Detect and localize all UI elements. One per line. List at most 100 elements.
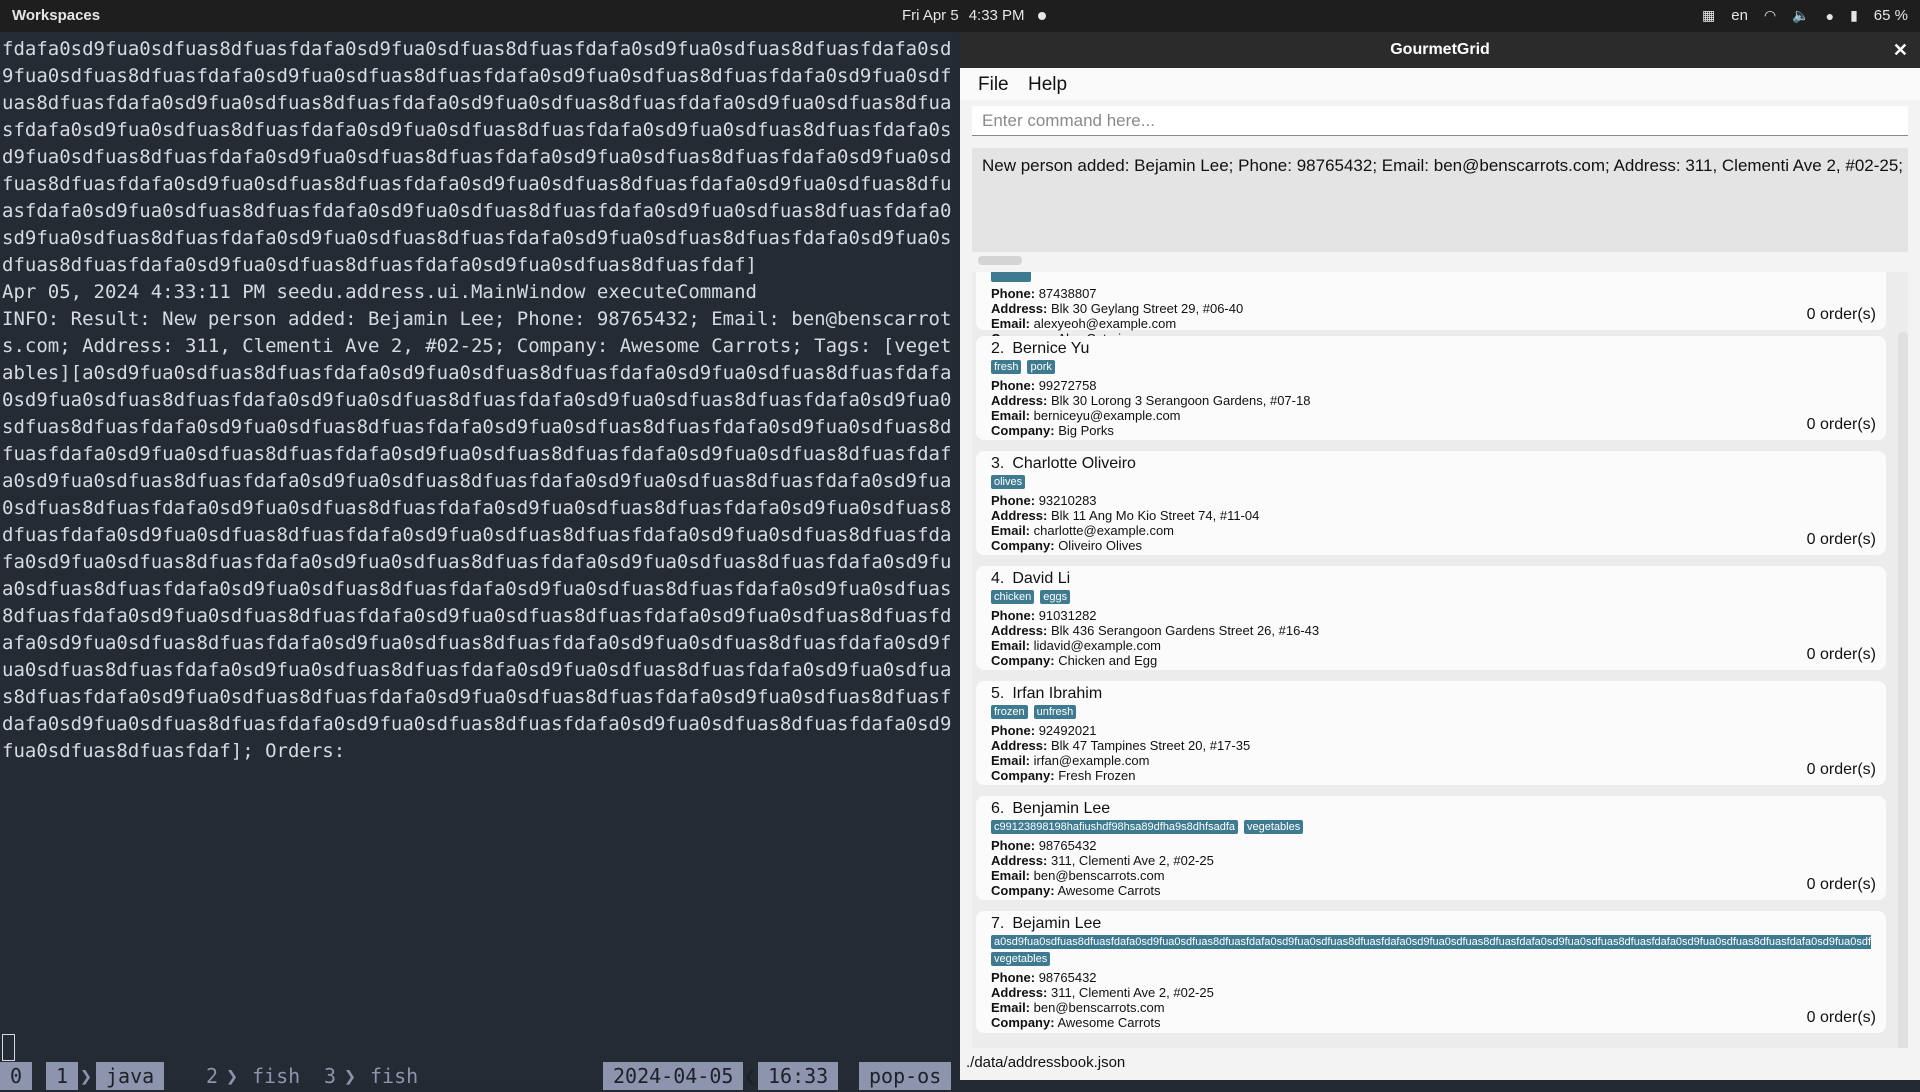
person-card[interactable]: 6. Benjamin Lee c99123898198hafiushdf98hs… [976,796,1886,900]
workspaces-button[interactable]: Workspaces [12,7,100,24]
tmux-session-index: 0 [0,1062,33,1090]
time-label: 4:33 PM [968,7,1025,24]
email-field: Email: alexyeoh@example.com [991,316,1177,331]
phone-field: Phone: 93210283 [991,493,1097,508]
tag: eggs [1040,590,1071,604]
phone-field: Phone: 98765432 [991,970,1097,985]
separator-chevron-icon: ❯ [80,1064,93,1088]
gourmetgrid-window: GourmetGrid ✕ File Help New person added… [960,32,1920,1080]
tag: chicken [991,590,1035,604]
tag: fresh [991,360,1022,374]
clock[interactable]: Fri Apr 5 4:33 PM [902,7,1035,24]
company-field: Company: Chicken and Egg [991,653,1158,668]
tmux-window-1-index[interactable]: 1 [46,1062,79,1090]
person-card[interactable]: 2. Bernice Yu fresh pork Phone: 99272758 A… [976,336,1886,440]
tag: c99123898198hafiushdf98hsa89dfha9s8dhfsa… [991,820,1238,834]
tag-list: vegetables [991,952,1871,968]
tmux-window-2-name[interactable]: fish [242,1062,310,1090]
person-name: 3. Charlotte Oliveiro [991,455,1136,472]
person-list[interactable]: Phone: 87438807 Address: Blk 30 Geylang … [972,272,1908,1062]
separator-chevron-icon: ❯ [226,1064,239,1088]
address-field: Address: Blk 11 Ang Mo Kio Street 74, #1… [991,508,1260,523]
tmux-status-bar: 0 1 ❯ java 2 ❯ fish 3 ❯ fish 2024-04-05 … [0,1062,958,1092]
phone-field: Phone: 91031282 [991,608,1097,623]
window-title: GourmetGrid [1390,41,1490,58]
address-field: Address: Blk 436 Serangoon Gardens Stree… [991,623,1320,638]
address-field: Address: 311, Clementi Ave 2, #02-25 [991,853,1214,868]
result-display[interactable]: New person added: Bejamin Lee; Phone: 98… [972,148,1908,252]
order-count: 0 order(s) [1806,761,1876,778]
email-field: Email: lidavid@example.com [991,638,1161,653]
address-field: Address: Blk 47 Tampines Street 20, #17-… [991,738,1251,753]
window-titlebar[interactable]: GourmetGrid ✕ [960,32,1920,68]
window-tiling-icon[interactable]: ▦ [1702,7,1715,24]
company-field: Company: Awesome Carrots [991,883,1161,898]
order-count: 0 order(s) [1806,1009,1876,1026]
person-name: 2. Bernice Yu [991,340,1090,357]
command-input[interactable] [972,106,1908,136]
person-name: 6. Benjamin Lee [991,800,1111,817]
email-field: Email: irfan@example.com [991,753,1150,768]
date-label: Fri Apr 5 [902,7,959,24]
order-count: 0 order(s) [1806,416,1876,433]
tmux-window-2-index[interactable]: 2 [196,1062,228,1090]
person-name: 4. David Li [991,570,1071,587]
separator-chevron-icon: ❯ [344,1064,357,1088]
company-field: Company: Big Porks [991,423,1114,438]
tag [991,272,1031,282]
list-vertical-scrollbar[interactable] [1898,332,1908,1062]
tag-list [991,272,1871,284]
notification-dot-icon [1038,12,1046,20]
menu-bar: File Help [960,68,1920,100]
phone-field: Phone: 92492021 [991,723,1097,738]
person-name: 5. Irfan Ibrahim [991,685,1103,702]
wifi-icon[interactable]: ◠ [1764,7,1776,24]
email-field: Email: berniceyu@example.com [991,408,1181,423]
terminal-output: fdafa0sd9fua0sdfuas8dfuasfdafa0sd9fua0sd… [2,38,952,762]
status-bar-filepath: ./data/addressbook.json [960,1048,1920,1080]
tag-list: chicken eggs [991,590,1871,606]
close-icon[interactable]: ✕ [1893,32,1908,68]
microphone-icon[interactable]: ● [1826,8,1834,24]
person-card[interactable]: 3. Charlotte Oliveiro olives Phone: 93210… [976,451,1886,555]
tmux-window-1-name[interactable]: java [96,1062,165,1090]
address-field: Address: Blk 30 Lorong 3 Serangoon Garde… [991,393,1311,408]
phone-field: Phone: 99272758 [991,378,1097,393]
person-card[interactable]: Phone: 87438807 Address: Blk 30 Geylang … [976,272,1886,346]
email-field: Email: ben@benscarrots.com [991,868,1165,883]
battery-percent: 65 % [1873,7,1908,24]
person-name: 7. Bejamin Lee [991,915,1102,932]
tmux-date: 2024-04-05 [603,1062,744,1090]
email-field: Email: ben@benscarrots.com [991,1000,1165,1015]
menu-file[interactable]: File [978,74,1009,96]
tag-list: a0sd9fua0sdfuas8dfuasfdafa0sd9fua0sdfuas… [991,935,1871,950]
tmux-window-3-index[interactable]: 3 [314,1062,346,1090]
tmux-window-3-name[interactable]: fish [360,1062,428,1090]
menu-help[interactable]: Help [1028,74,1067,96]
company-field: Company: Fresh Frozen [991,768,1136,783]
order-count: 0 order(s) [1806,531,1876,548]
tag: pork [1027,360,1055,374]
person-card[interactable]: 5. Irfan Ibrahim frozen unfresh Phone: 924… [976,681,1886,785]
tmux-hostname: pop-os [856,1062,952,1090]
tag-list: olives [991,475,1871,491]
terminal-window[interactable]: fdafa0sd9fua0sdfuas8dfuasfdafa0sd9fua0sd… [0,32,958,1090]
address-field: Address: Blk 30 Geylang Street 29, #06-4… [991,301,1244,316]
tag-list: c99123898198hafiushdf98hsa89dfha9s8dhfsa… [991,820,1871,836]
result-horizontal-scrollbar[interactable] [978,256,1022,265]
person-card[interactable]: 7. Bejamin Lee a0sd9fua0sdfuas8dfuasfdafa… [976,911,1886,1033]
tag-list: frozen unfresh [991,705,1871,721]
email-field: Email: charlotte@example.com [991,523,1175,538]
volume-icon[interactable]: 🔈 [1792,7,1809,24]
language-indicator[interactable]: en [1731,7,1748,24]
terminal-cursor [2,1034,15,1061]
tag: vegetables [1244,820,1304,834]
tag: vegetables [991,952,1051,966]
person-card[interactable]: 4. David Li chicken eggs Phone: 91031282 A… [976,566,1886,670]
tag-list: fresh pork [991,360,1871,376]
tag: olives [991,475,1026,489]
battery-icon[interactable]: ▮ [1850,7,1858,24]
company-field: Company: Oliveiro Olives [991,538,1142,553]
tag: a0sd9fua0sdfuas8dfuasfdafa0sd9fua0sdfuas… [991,935,1871,949]
tag: unfresh [1033,705,1077,719]
